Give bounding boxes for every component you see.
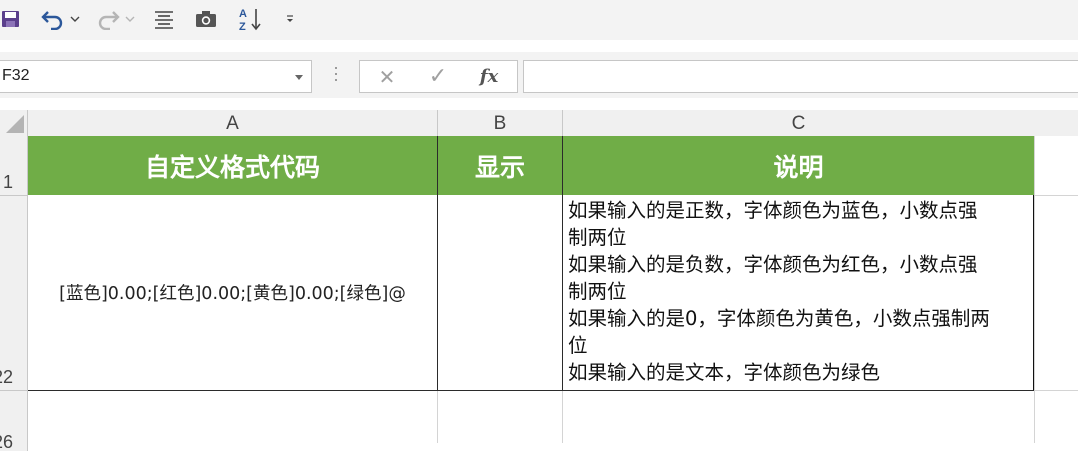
description-line: 如果输入的是负数，字体颜色为红色，小数点强: [568, 253, 978, 276]
name-box[interactable]: F32: [0, 60, 312, 93]
sort-az-icon[interactable]: AZ: [236, 6, 264, 32]
description-line: 制两位: [568, 280, 627, 303]
svg-text:A: A: [239, 8, 247, 20]
redo-icon[interactable]: [93, 6, 123, 32]
gridline: [1035, 195, 1078, 196]
header-cell-display[interactable]: 显示: [438, 136, 563, 195]
select-all-corner[interactable]: [0, 110, 28, 136]
drag-handle-icon[interactable]: [334, 67, 338, 85]
undo-dropdown-icon[interactable]: [68, 6, 82, 32]
format-code-text: [蓝色]0.00;[红色]0.00;[黄色]0.00;[绿色]@: [59, 284, 406, 304]
column-header-c[interactable]: C: [563, 110, 1035, 136]
column-header-a[interactable]: A: [28, 110, 438, 136]
row-header-26[interactable]: 26: [0, 391, 28, 452]
description-line: 如果输入的是0，字体颜色为黄色，小数点强制两: [568, 307, 990, 330]
formula-bar: F32 ✕ ✓ fx: [0, 52, 1078, 98]
formula-input[interactable]: [523, 60, 1078, 93]
cancel-glyph: ✕: [378, 64, 396, 89]
svg-text:Z: Z: [239, 21, 246, 32]
description-line: 制两位: [568, 226, 627, 249]
column-header-b[interactable]: B: [438, 110, 563, 136]
description-line: 如果输入的是文本，字体颜色为绿色: [568, 361, 881, 384]
cancel-icon[interactable]: ✕: [362, 61, 412, 92]
enter-icon[interactable]: ✓: [413, 61, 463, 92]
row-header-1[interactable]: 1: [0, 136, 28, 196]
save-icon[interactable]: [0, 6, 22, 32]
gridline: [1035, 390, 1078, 391]
header-cell-code[interactable]: 自定义格式代码: [28, 136, 438, 195]
quick-access-toolbar: AZ: [0, 0, 1078, 40]
formula-buttons: ✕ ✓ fx: [359, 60, 518, 93]
fx-icon: fx: [479, 66, 499, 87]
column-header-d[interactable]: [1034, 110, 1078, 136]
row-number: 1: [2, 172, 13, 192]
row-26-cells[interactable]: [28, 392, 1078, 443]
row-number: 22: [0, 367, 13, 387]
customize-toolbar-icon[interactable]: [283, 6, 297, 32]
row-header-22[interactable]: 22: [0, 196, 28, 391]
align-icon[interactable]: [151, 6, 177, 32]
camera-icon[interactable]: [193, 6, 219, 32]
name-box-dropdown-icon[interactable]: [295, 75, 303, 80]
insert-function-button[interactable]: fx: [464, 61, 514, 92]
header-cell-description[interactable]: 说明: [563, 136, 1035, 195]
description-line: 如果输入的是正数，字体颜色为蓝色，小数点强: [568, 199, 978, 222]
cell-b22[interactable]: [438, 195, 563, 391]
description-line: 位: [568, 334, 588, 357]
enter-glyph: ✓: [428, 64, 448, 89]
name-box-value: F32: [2, 67, 30, 84]
undo-icon[interactable]: [38, 6, 68, 32]
cell-a22[interactable]: [蓝色]0.00;[红色]0.00;[黄色]0.00;[绿色]@: [28, 195, 438, 391]
redo-dropdown-icon[interactable]: [123, 6, 137, 32]
cell-c22[interactable]: 如果输入的是正数，字体颜色为蓝色，小数点强 制两位 如果输入的是负数，字体颜色为…: [563, 195, 1035, 391]
